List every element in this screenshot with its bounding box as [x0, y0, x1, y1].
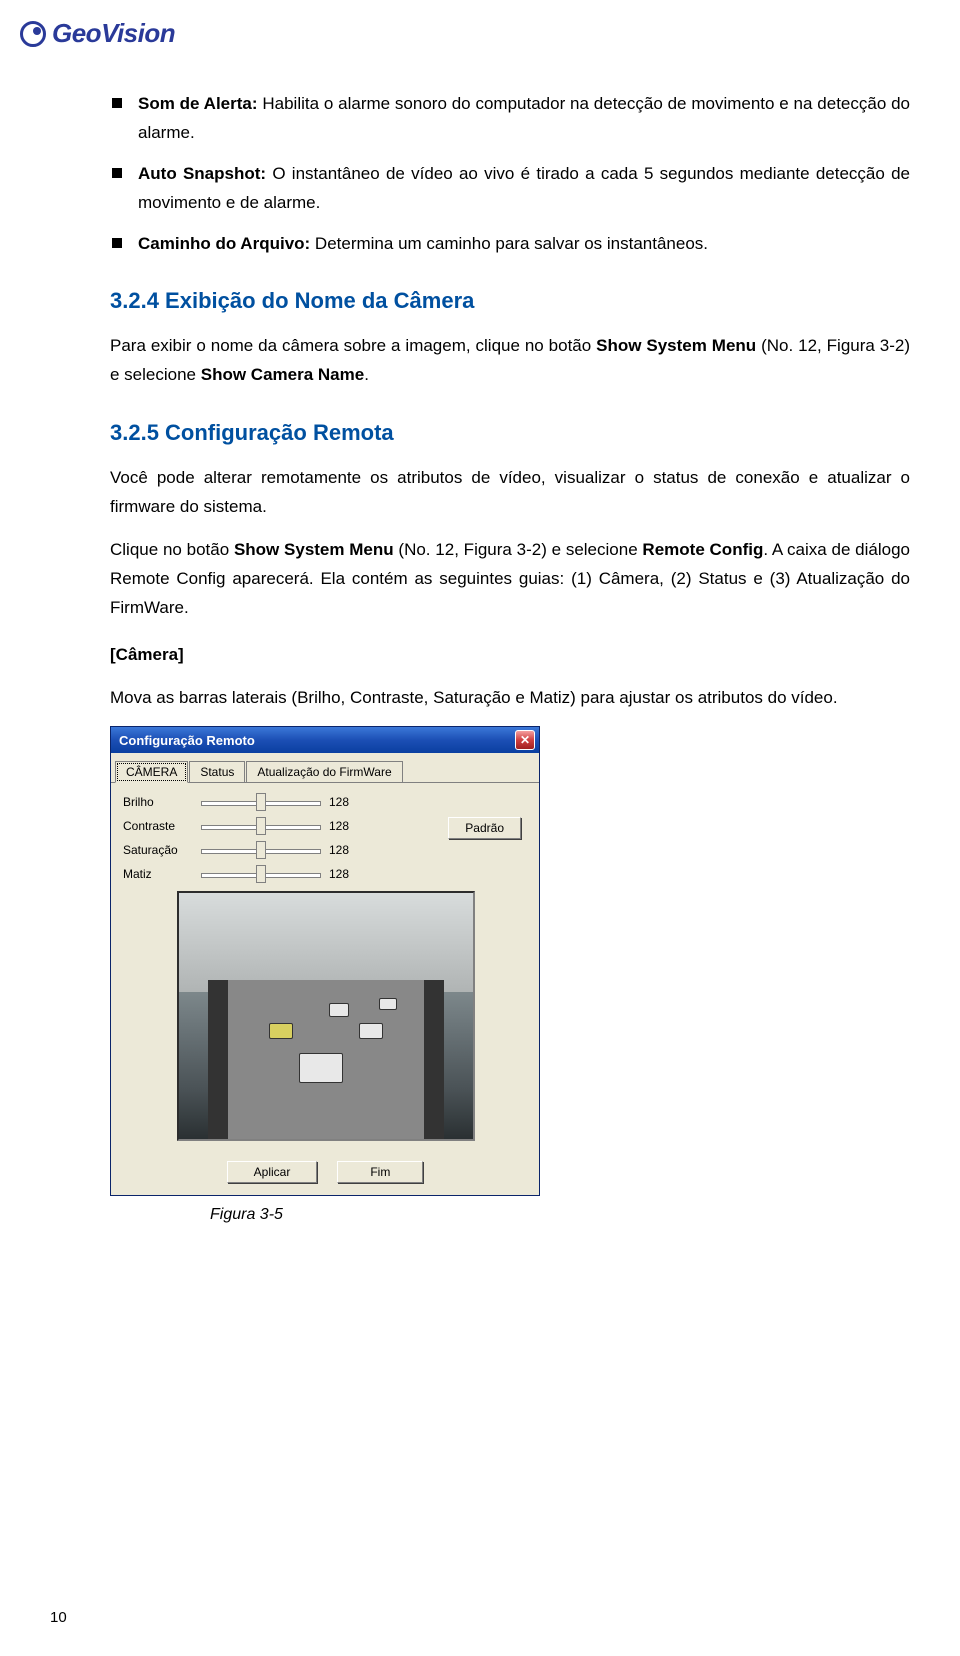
section-heading-324: 3.2.4 Exibição do Nome da Câmera [110, 288, 910, 314]
slider-value: 128 [329, 843, 357, 857]
bullet-text: Determina um caminho para salvar os inst… [310, 234, 708, 253]
slider-track[interactable] [201, 793, 321, 811]
page-number: 10 [50, 1609, 67, 1626]
list-item: Som de Alerta: Habilita o alarme sonoro … [110, 90, 910, 148]
slider-value: 128 [329, 867, 357, 881]
slider-label: Contraste [123, 819, 193, 833]
close-icon[interactable]: ✕ [515, 730, 535, 750]
dialog-footer: Aplicar Fim [111, 1151, 539, 1195]
camera-subheading: [Câmera] [110, 641, 910, 670]
slider-saturacao: Saturação 128 [123, 841, 529, 859]
slider-thumb[interactable] [256, 817, 266, 835]
tab-camera[interactable]: CÂMERA [115, 761, 188, 783]
dialog-title: Configuração Remoto [119, 733, 255, 748]
slider-thumb[interactable] [256, 841, 266, 859]
dialog-titlebar[interactable]: Configuração Remoto ✕ [111, 727, 539, 753]
aplicar-button[interactable]: Aplicar [227, 1161, 318, 1183]
brand-logo: GeoVision [20, 18, 175, 49]
bullet-term: Caminho do Arquivo: [138, 234, 310, 253]
slider-thumb[interactable] [256, 793, 266, 811]
slider-label: Matiz [123, 867, 193, 881]
list-item: Auto Snapshot: O instantâneo de vídeo ao… [110, 160, 910, 218]
slider-thumb[interactable] [256, 865, 266, 883]
page-content: Som de Alerta: Habilita o alarme sonoro … [110, 90, 910, 1224]
text-run: Clique no botão [110, 540, 234, 559]
slider-track[interactable] [201, 865, 321, 883]
list-item: Caminho do Arquivo: Determina um caminho… [110, 230, 910, 259]
tab-strip: CÂMERA Status Atualização do FirmWare [111, 753, 539, 783]
slider-matiz: Matiz 128 [123, 865, 529, 883]
bold-text: Show System Menu [234, 540, 394, 559]
slider-brilho: Brilho 128 [123, 793, 529, 811]
remote-config-dialog: Configuração Remoto ✕ CÂMERA Status Atua… [110, 726, 540, 1196]
tab-firmware[interactable]: Atualização do FirmWare [246, 761, 402, 782]
section-heading-325: 3.2.5 Configuração Remota [110, 420, 910, 446]
bullet-term: Auto Snapshot: [138, 164, 266, 183]
text-run: Para exibir o nome da câmera sobre a ima… [110, 336, 596, 355]
slider-value: 128 [329, 795, 357, 809]
fim-button[interactable]: Fim [337, 1161, 423, 1183]
dialog-body: CÂMERA Status Atualização do FirmWare Br… [111, 753, 539, 1195]
bullet-term: Som de Alerta: [138, 94, 258, 113]
bullet-list: Som de Alerta: Habilita o alarme sonoro … [110, 90, 910, 258]
slider-track[interactable] [201, 841, 321, 859]
paragraph: Você pode alterar remotamente os atribut… [110, 464, 910, 522]
slider-label: Brilho [123, 795, 193, 809]
camera-preview-image [177, 891, 475, 1141]
padrao-button[interactable]: Padrão [448, 817, 521, 839]
text-run: . [364, 365, 369, 384]
bold-text: Show Camera Name [201, 365, 364, 384]
logo-text: GeoVision [52, 18, 175, 49]
paragraph: Para exibir o nome da câmera sobre a ima… [110, 332, 910, 390]
bold-text: Remote Config [642, 540, 763, 559]
figure-caption: Figura 3-5 [210, 1206, 910, 1224]
slider-track[interactable] [201, 817, 321, 835]
slider-label: Saturação [123, 843, 193, 857]
logo-mark [20, 21, 46, 47]
paragraph: Clique no botão Show System Menu (No. 12… [110, 536, 910, 623]
tab-status[interactable]: Status [189, 761, 245, 782]
text-run: (No. 12, Figura 3-2) e selecione [394, 540, 643, 559]
slider-value: 128 [329, 819, 357, 833]
paragraph: Mova as barras laterais (Brilho, Contras… [110, 684, 910, 713]
tab-panel-camera: Brilho 128 Contraste 128 Saturação 128 M… [111, 783, 539, 1151]
bold-text: Show System Menu [596, 336, 756, 355]
